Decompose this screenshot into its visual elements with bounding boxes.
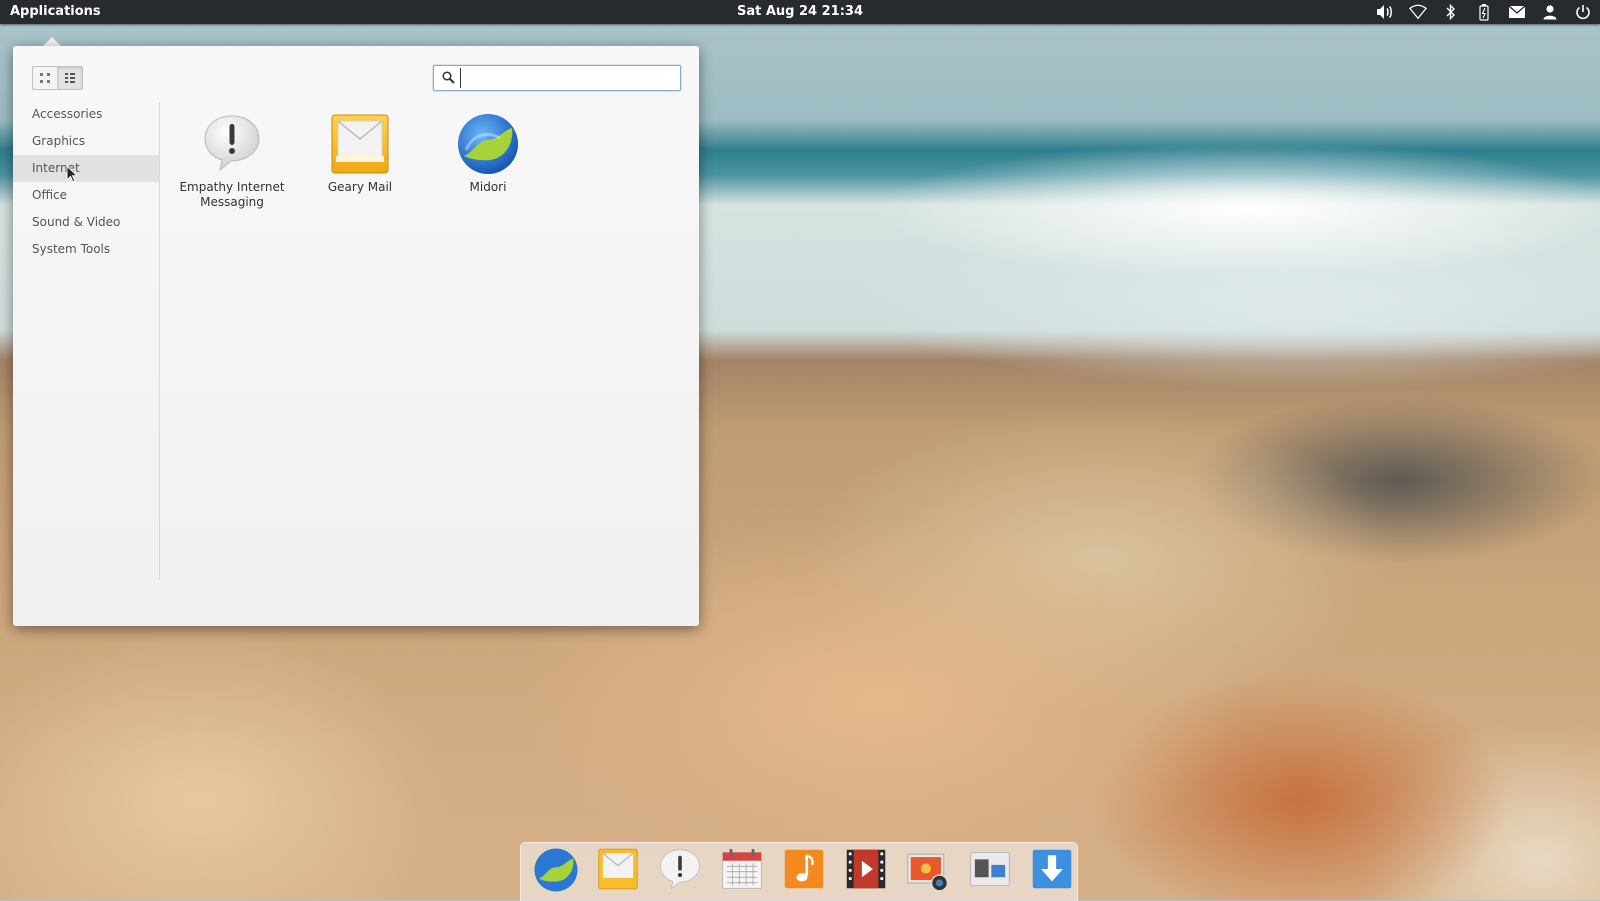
user-icon[interactable] [1541, 3, 1559, 21]
top-panel: Applications Sat Aug 24 21:34 [0, 0, 1600, 24]
sidebar-divider [159, 102, 160, 580]
battery-icon[interactable] [1475, 3, 1493, 21]
dock-item-software-center[interactable] [1025, 847, 1079, 897]
app-empathy[interactable]: Empathy Internet Messaging [173, 112, 291, 210]
app-midori[interactable]: Midori [429, 112, 547, 195]
dock [520, 842, 1078, 901]
empathy-icon [660, 849, 700, 890]
bluetooth-icon[interactable] [1442, 3, 1460, 21]
power-icon[interactable] [1574, 3, 1592, 21]
geary-mail-icon [598, 848, 638, 890]
search-field[interactable] [433, 65, 681, 91]
midori-icon [456, 112, 520, 176]
app-label-line2: Messaging [200, 195, 264, 209]
category-office[interactable]: Office [13, 182, 159, 209]
app-label-line1: Empathy Internet [179, 180, 285, 194]
search-icon [442, 71, 455, 84]
software-center-icon [1032, 849, 1072, 889]
dock-item-calendar[interactable] [715, 847, 769, 897]
dock-item-switchboard[interactable] [963, 847, 1017, 897]
music-icon [784, 849, 824, 889]
category-view-icon[interactable] [57, 67, 82, 89]
dock-item-music[interactable] [777, 847, 831, 897]
applications-menu-button[interactable]: Applications [10, 0, 101, 24]
mouse-cursor-icon [66, 165, 78, 183]
view-mode-switcher [32, 66, 83, 90]
applications-menu: Accessories Graphics Internet Office Sou… [13, 46, 699, 626]
mail-icon[interactable] [1508, 3, 1526, 21]
clock[interactable]: Sat Aug 24 21:34 [0, 0, 1600, 24]
dock-item-photos[interactable] [901, 847, 955, 897]
calendar-icon [722, 849, 762, 889]
dock-item-empathy[interactable] [653, 847, 707, 897]
dock-item-midori[interactable] [529, 847, 583, 897]
category-list: Accessories Graphics Internet Office Sou… [13, 101, 159, 263]
category-system-tools[interactable]: System Tools [13, 236, 159, 263]
wifi-icon[interactable] [1409, 3, 1427, 21]
empathy-icon [200, 112, 264, 176]
grid-view-icon[interactable] [33, 67, 57, 89]
switchboard-icon [970, 852, 1010, 886]
app-label-line1: Midori [469, 180, 507, 194]
indicator-area [1361, 0, 1592, 24]
dock-item-video[interactable] [839, 847, 893, 897]
video-icon [846, 849, 886, 889]
dock-item-geary-mail[interactable] [591, 847, 645, 897]
category-sound-video[interactable]: Sound & Video [13, 209, 159, 236]
category-internet[interactable]: Internet [13, 155, 159, 182]
volume-icon[interactable] [1376, 3, 1394, 21]
category-graphics[interactable]: Graphics [13, 128, 159, 155]
app-label-line1: Geary Mail [327, 180, 393, 194]
app-geary-mail[interactable]: Geary Mail [301, 112, 419, 195]
midori-icon [534, 848, 578, 892]
geary-mail-icon [328, 112, 392, 176]
search-input[interactable] [460, 68, 675, 88]
category-accessories[interactable]: Accessories [13, 101, 159, 128]
photos-icon [907, 853, 949, 892]
